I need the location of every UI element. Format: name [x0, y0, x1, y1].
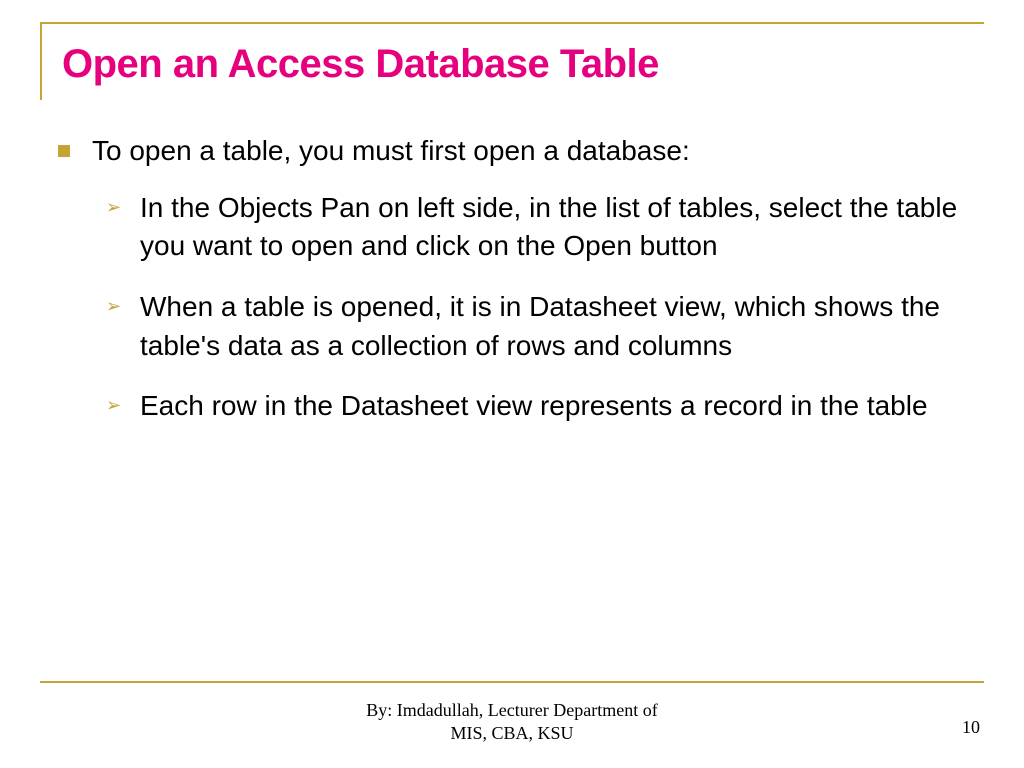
bullet-level2: ➢ Each row in the Datasheet view represe…	[54, 387, 970, 426]
bullet-level1: To open a table, you must first open a d…	[54, 132, 970, 171]
top-border-line	[40, 22, 984, 24]
slide-title: Open an Access Database Table	[62, 42, 659, 87]
bullet-text: In the Objects Pan on left side, in the …	[140, 192, 957, 262]
bottom-border-line	[40, 681, 984, 683]
left-border-line	[40, 22, 42, 100]
bullet-text: Each row in the Datasheet view represent…	[140, 390, 928, 421]
footer-line1: By: Imdadullah, Lecturer Department of	[0, 699, 1024, 722]
slide-content: To open a table, you must first open a d…	[54, 132, 970, 448]
square-bullet-icon	[58, 145, 70, 157]
arrow-bullet-icon: ➢	[106, 195, 121, 220]
bullet-level2: ➢ In the Objects Pan on left side, in th…	[54, 189, 970, 266]
footer-line2: MIS, CBA, KSU	[0, 722, 1024, 745]
arrow-bullet-icon: ➢	[106, 294, 121, 319]
footer-attribution: By: Imdadullah, Lecturer Department of M…	[0, 699, 1024, 744]
page-number: 10	[962, 717, 980, 738]
bullet-text: When a table is opened, it is in Datashe…	[140, 291, 940, 361]
bullet-level2: ➢ When a table is opened, it is in Datas…	[54, 288, 970, 365]
bullet-text: To open a table, you must first open a d…	[92, 135, 690, 166]
arrow-bullet-icon: ➢	[106, 393, 121, 418]
